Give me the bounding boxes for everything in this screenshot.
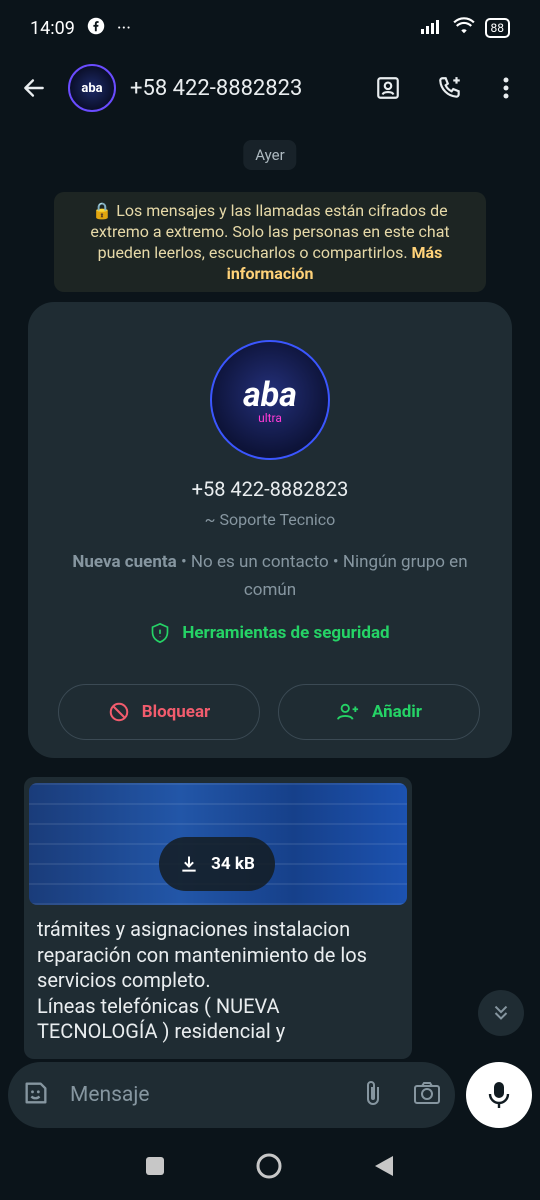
system-nav-bar xyxy=(0,1136,540,1200)
phone-plus-icon xyxy=(439,77,460,98)
contact-info-card: aba ultra +58 422-8882823 ~ Soporte Tecn… xyxy=(28,302,512,758)
contact-card-avatar[interactable]: aba ultra xyxy=(210,340,330,460)
back-nav-button[interactable] xyxy=(373,1154,395,1182)
security-label: Herramientas de seguridad xyxy=(182,623,390,643)
status-time: 14:09 xyxy=(30,17,75,39)
scroll-to-bottom-button[interactable] xyxy=(478,990,524,1036)
date-chip: Ayer xyxy=(243,140,297,170)
camera-icon[interactable] xyxy=(413,1081,441,1109)
recents-button[interactable] xyxy=(145,1156,165,1180)
download-icon xyxy=(182,856,196,872)
more-vert-icon xyxy=(503,77,509,99)
contact-title[interactable]: +58 422-8882823 xyxy=(130,76,366,101)
avatar-logo-text: aba xyxy=(81,80,103,96)
arrow-left-icon xyxy=(24,79,44,97)
battery-indicator: 88 xyxy=(484,18,510,38)
contact-avatar[interactable]: aba xyxy=(68,64,116,112)
signal-icon xyxy=(420,18,443,39)
block-button[interactable]: Bloquear xyxy=(58,684,260,740)
wifi-icon xyxy=(452,16,475,40)
chat-header: aba +58 422-8882823 xyxy=(0,56,540,120)
back-button[interactable] xyxy=(12,66,56,110)
message-input-bar[interactable]: Mensaje xyxy=(8,1062,455,1128)
attach-icon[interactable] xyxy=(361,1079,385,1111)
card-name: ~ Soporte Tecnico xyxy=(204,510,336,529)
block-icon xyxy=(109,702,128,722)
encryption-text: 🔒 Los mensajes y las llamadas están cifr… xyxy=(90,201,450,262)
sticker-icon[interactable] xyxy=(22,1079,50,1111)
card-info-bold: Nueva cuenta xyxy=(72,552,177,572)
facebook-icon xyxy=(87,17,105,40)
more-notifications: ··· xyxy=(116,17,131,39)
download-button[interactable]: 34 kB xyxy=(159,837,275,891)
add-call-button[interactable] xyxy=(428,66,472,110)
encryption-notice[interactable]: 🔒 Los mensajes y las llamadas están cifr… xyxy=(54,192,486,292)
double-chevron-down-icon xyxy=(494,1005,508,1020)
contact-card-icon xyxy=(377,77,399,99)
incoming-message-bubble[interactable]: 34 kB trámites y asignaciones instalacio… xyxy=(24,777,412,1059)
status-left: 14:09 ··· xyxy=(30,17,131,40)
status-bar: 14:09 ··· 88 xyxy=(0,0,540,56)
chat-area[interactable]: Ayer 🔒 Los mensajes y las llamadas están… xyxy=(0,120,540,1136)
file-size: 34 kB xyxy=(211,854,255,874)
add-contact-button[interactable]: Añadir xyxy=(278,684,480,740)
mic-icon xyxy=(488,1082,510,1108)
message-text: trámites y asignaciones instalacion repa… xyxy=(37,917,367,1043)
card-logo-sub: ultra xyxy=(258,411,282,425)
contact-card-button[interactable] xyxy=(366,66,410,110)
shield-icon xyxy=(152,622,169,644)
home-button[interactable] xyxy=(255,1152,283,1184)
status-right: 88 xyxy=(420,16,510,40)
message-input[interactable]: Mensaje xyxy=(70,1083,361,1107)
block-label: Bloquear xyxy=(141,702,211,722)
card-info: Nueva cuenta • No es un contacto • Ningú… xyxy=(68,548,472,604)
security-tools-link[interactable]: Herramientas de seguridad xyxy=(28,622,512,644)
card-info-rest: • No es un contacto • Ningún grupo en co… xyxy=(176,552,468,600)
mic-button[interactable] xyxy=(466,1062,532,1128)
person-add-icon xyxy=(336,703,359,720)
add-label: Añadir xyxy=(371,702,423,722)
card-logo-text: aba xyxy=(243,375,297,415)
menu-button[interactable] xyxy=(484,66,528,110)
card-phone: +58 422-8882823 xyxy=(191,477,349,501)
